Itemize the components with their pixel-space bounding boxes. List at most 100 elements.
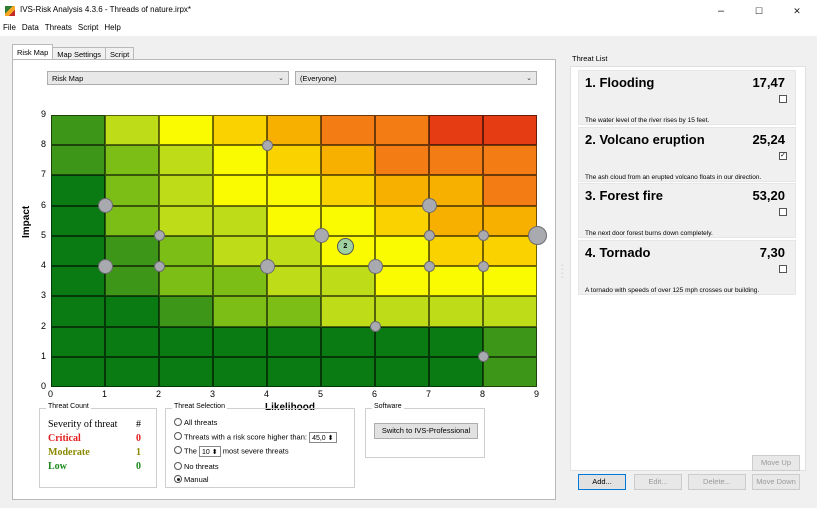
risk-cell xyxy=(267,266,321,297)
move-up-button[interactable]: Move Up xyxy=(752,455,800,471)
delete-button[interactable]: Delete... xyxy=(688,474,746,490)
splitter-handle[interactable]: · · · · xyxy=(561,262,563,281)
x-tick-label: 2 xyxy=(156,389,162,399)
add-button[interactable]: Add... xyxy=(578,474,626,490)
selected-threat-marker[interactable]: 2 xyxy=(336,237,354,255)
map-select[interactable]: Risk Map ⌄ xyxy=(47,71,289,85)
radio-top-n[interactable]: The 10 ⬍ most severe threats xyxy=(174,446,289,457)
threat-marker[interactable] xyxy=(477,230,489,242)
risk-cell xyxy=(105,205,159,236)
threat-marker[interactable] xyxy=(421,198,437,214)
risk-cell xyxy=(321,205,375,236)
threat-marker[interactable] xyxy=(423,230,435,242)
top-n-spinner[interactable]: 10 ⬍ xyxy=(199,446,221,457)
radio-all-threats[interactable]: All threats xyxy=(174,418,217,427)
risk-cell xyxy=(105,175,159,206)
radio-the-suffix: most severe threats xyxy=(222,446,289,456)
threat-marker[interactable] xyxy=(423,260,435,272)
risk-cell xyxy=(375,175,429,206)
threat-marker[interactable] xyxy=(97,258,113,274)
threat-marker[interactable] xyxy=(369,321,381,333)
menu-help[interactable]: Help xyxy=(101,22,123,32)
threat-card[interactable]: 2. Volcano eruption 25,24 ✓ The ash cloud f… xyxy=(578,126,796,182)
x-tick-label: 4 xyxy=(264,389,270,399)
menu-script[interactable]: Script xyxy=(75,22,101,32)
y-tick-label: 8 xyxy=(41,139,47,150)
threat-marker[interactable] xyxy=(367,258,383,274)
threat-score: 7,30 xyxy=(759,244,785,260)
critical-count: 0 xyxy=(136,433,141,444)
threat-list[interactable]: 1. Flooding 17,47 The water level of the r… xyxy=(570,66,806,471)
y-tick-label: 9 xyxy=(41,109,47,119)
risk-cell xyxy=(321,356,375,387)
threat-marker[interactable] xyxy=(313,228,329,244)
close-button[interactable]: ✕ xyxy=(782,2,812,20)
threat-card[interactable]: 1. Flooding 17,47 The water level of the r… xyxy=(578,70,796,125)
edit-button[interactable]: Edit... xyxy=(634,474,682,490)
threat-marker[interactable] xyxy=(527,226,547,246)
radio-manual-label: Manual xyxy=(184,475,209,484)
threat-marker[interactable] xyxy=(97,198,113,214)
risk-map-grid[interactable]: 2 xyxy=(51,115,547,387)
threat-score: 17,47 xyxy=(752,75,785,90)
risk-cell xyxy=(429,175,483,206)
risk-cell xyxy=(321,326,375,357)
radio-manual[interactable]: Manual xyxy=(174,475,209,484)
threat-description: The next door forest burns down complete… xyxy=(585,230,713,237)
low-label: Low xyxy=(48,461,67,472)
radio-circle xyxy=(174,418,182,426)
switch-professional-button[interactable]: Switch to IVS-Professional xyxy=(374,423,478,439)
move-down-button[interactable]: Move Down xyxy=(752,474,800,490)
threat-checkbox[interactable] xyxy=(779,95,787,103)
x-tick-label: 0 xyxy=(48,389,54,399)
y-tick-label: 6 xyxy=(41,199,47,210)
risk-cell xyxy=(105,115,159,146)
group-select[interactable]: (Everyone) ⌄ xyxy=(295,71,537,85)
risk-cell xyxy=(105,356,159,387)
severity-header: Severity of threat xyxy=(48,419,118,430)
menu-data[interactable]: Data xyxy=(19,22,42,32)
threat-marker[interactable] xyxy=(153,230,165,242)
threat-description: The ash cloud from an erupted volcano fl… xyxy=(585,173,762,181)
score-threshold-spinner[interactable]: 45,0 ⬍ xyxy=(309,432,337,443)
risk-cell xyxy=(267,115,321,146)
tab-strip: Risk Map Map Settings Script xyxy=(12,44,135,60)
radio-no-threats[interactable]: No threats xyxy=(174,462,219,471)
risk-cell xyxy=(483,326,537,357)
risk-cell xyxy=(375,235,429,267)
radio-score-label: Threats with a risk score higher than: xyxy=(184,432,307,442)
threat-card[interactable]: 4. Tornado 7,30 A tornado with speeds of o… xyxy=(578,239,796,295)
threat-count-group: Threat Count Severity of threat # Critic… xyxy=(39,403,157,488)
risk-cell xyxy=(159,326,213,357)
risk-cell xyxy=(429,326,483,357)
threat-marker[interactable] xyxy=(259,258,275,274)
threat-marker[interactable] xyxy=(477,260,489,272)
threat-card[interactable]: 3. Forest fire 53,20 The next door forest … xyxy=(578,183,796,238)
threat-marker[interactable] xyxy=(477,351,489,363)
radio-score-threshold[interactable]: Threats with a risk score higher than: 4… xyxy=(174,432,337,443)
y-tick-label: 7 xyxy=(41,169,47,180)
risk-cell xyxy=(51,235,105,267)
x-tick-label: 3 xyxy=(210,389,216,399)
threat-checkbox[interactable] xyxy=(779,208,787,216)
menu-file[interactable]: File xyxy=(0,22,19,32)
threat-selection-title: Threat Selection xyxy=(172,403,227,410)
menu-threats[interactable]: Threats xyxy=(42,22,75,32)
risk-cell xyxy=(483,145,537,176)
maximize-button[interactable]: ☐ xyxy=(744,2,774,20)
threat-name: 4. Tornado xyxy=(585,244,651,260)
risk-cell xyxy=(321,175,375,206)
menu-bar: File Data Threats Script Help xyxy=(0,22,817,36)
threat-marker[interactable] xyxy=(153,260,165,272)
threat-marker[interactable] xyxy=(261,139,273,151)
risk-cell xyxy=(429,205,483,236)
tab-risk-map[interactable]: Risk Map xyxy=(12,44,54,59)
threat-score: 25,24 xyxy=(752,131,785,147)
risk-cell xyxy=(267,175,321,206)
minimize-button[interactable]: – xyxy=(706,2,736,20)
risk-cell xyxy=(267,205,321,236)
radio-all-label: All threats xyxy=(184,418,218,427)
radio-circle-selected xyxy=(174,475,182,483)
threat-checkbox[interactable] xyxy=(779,264,787,273)
threat-checkbox[interactable]: ✓ xyxy=(779,151,787,160)
